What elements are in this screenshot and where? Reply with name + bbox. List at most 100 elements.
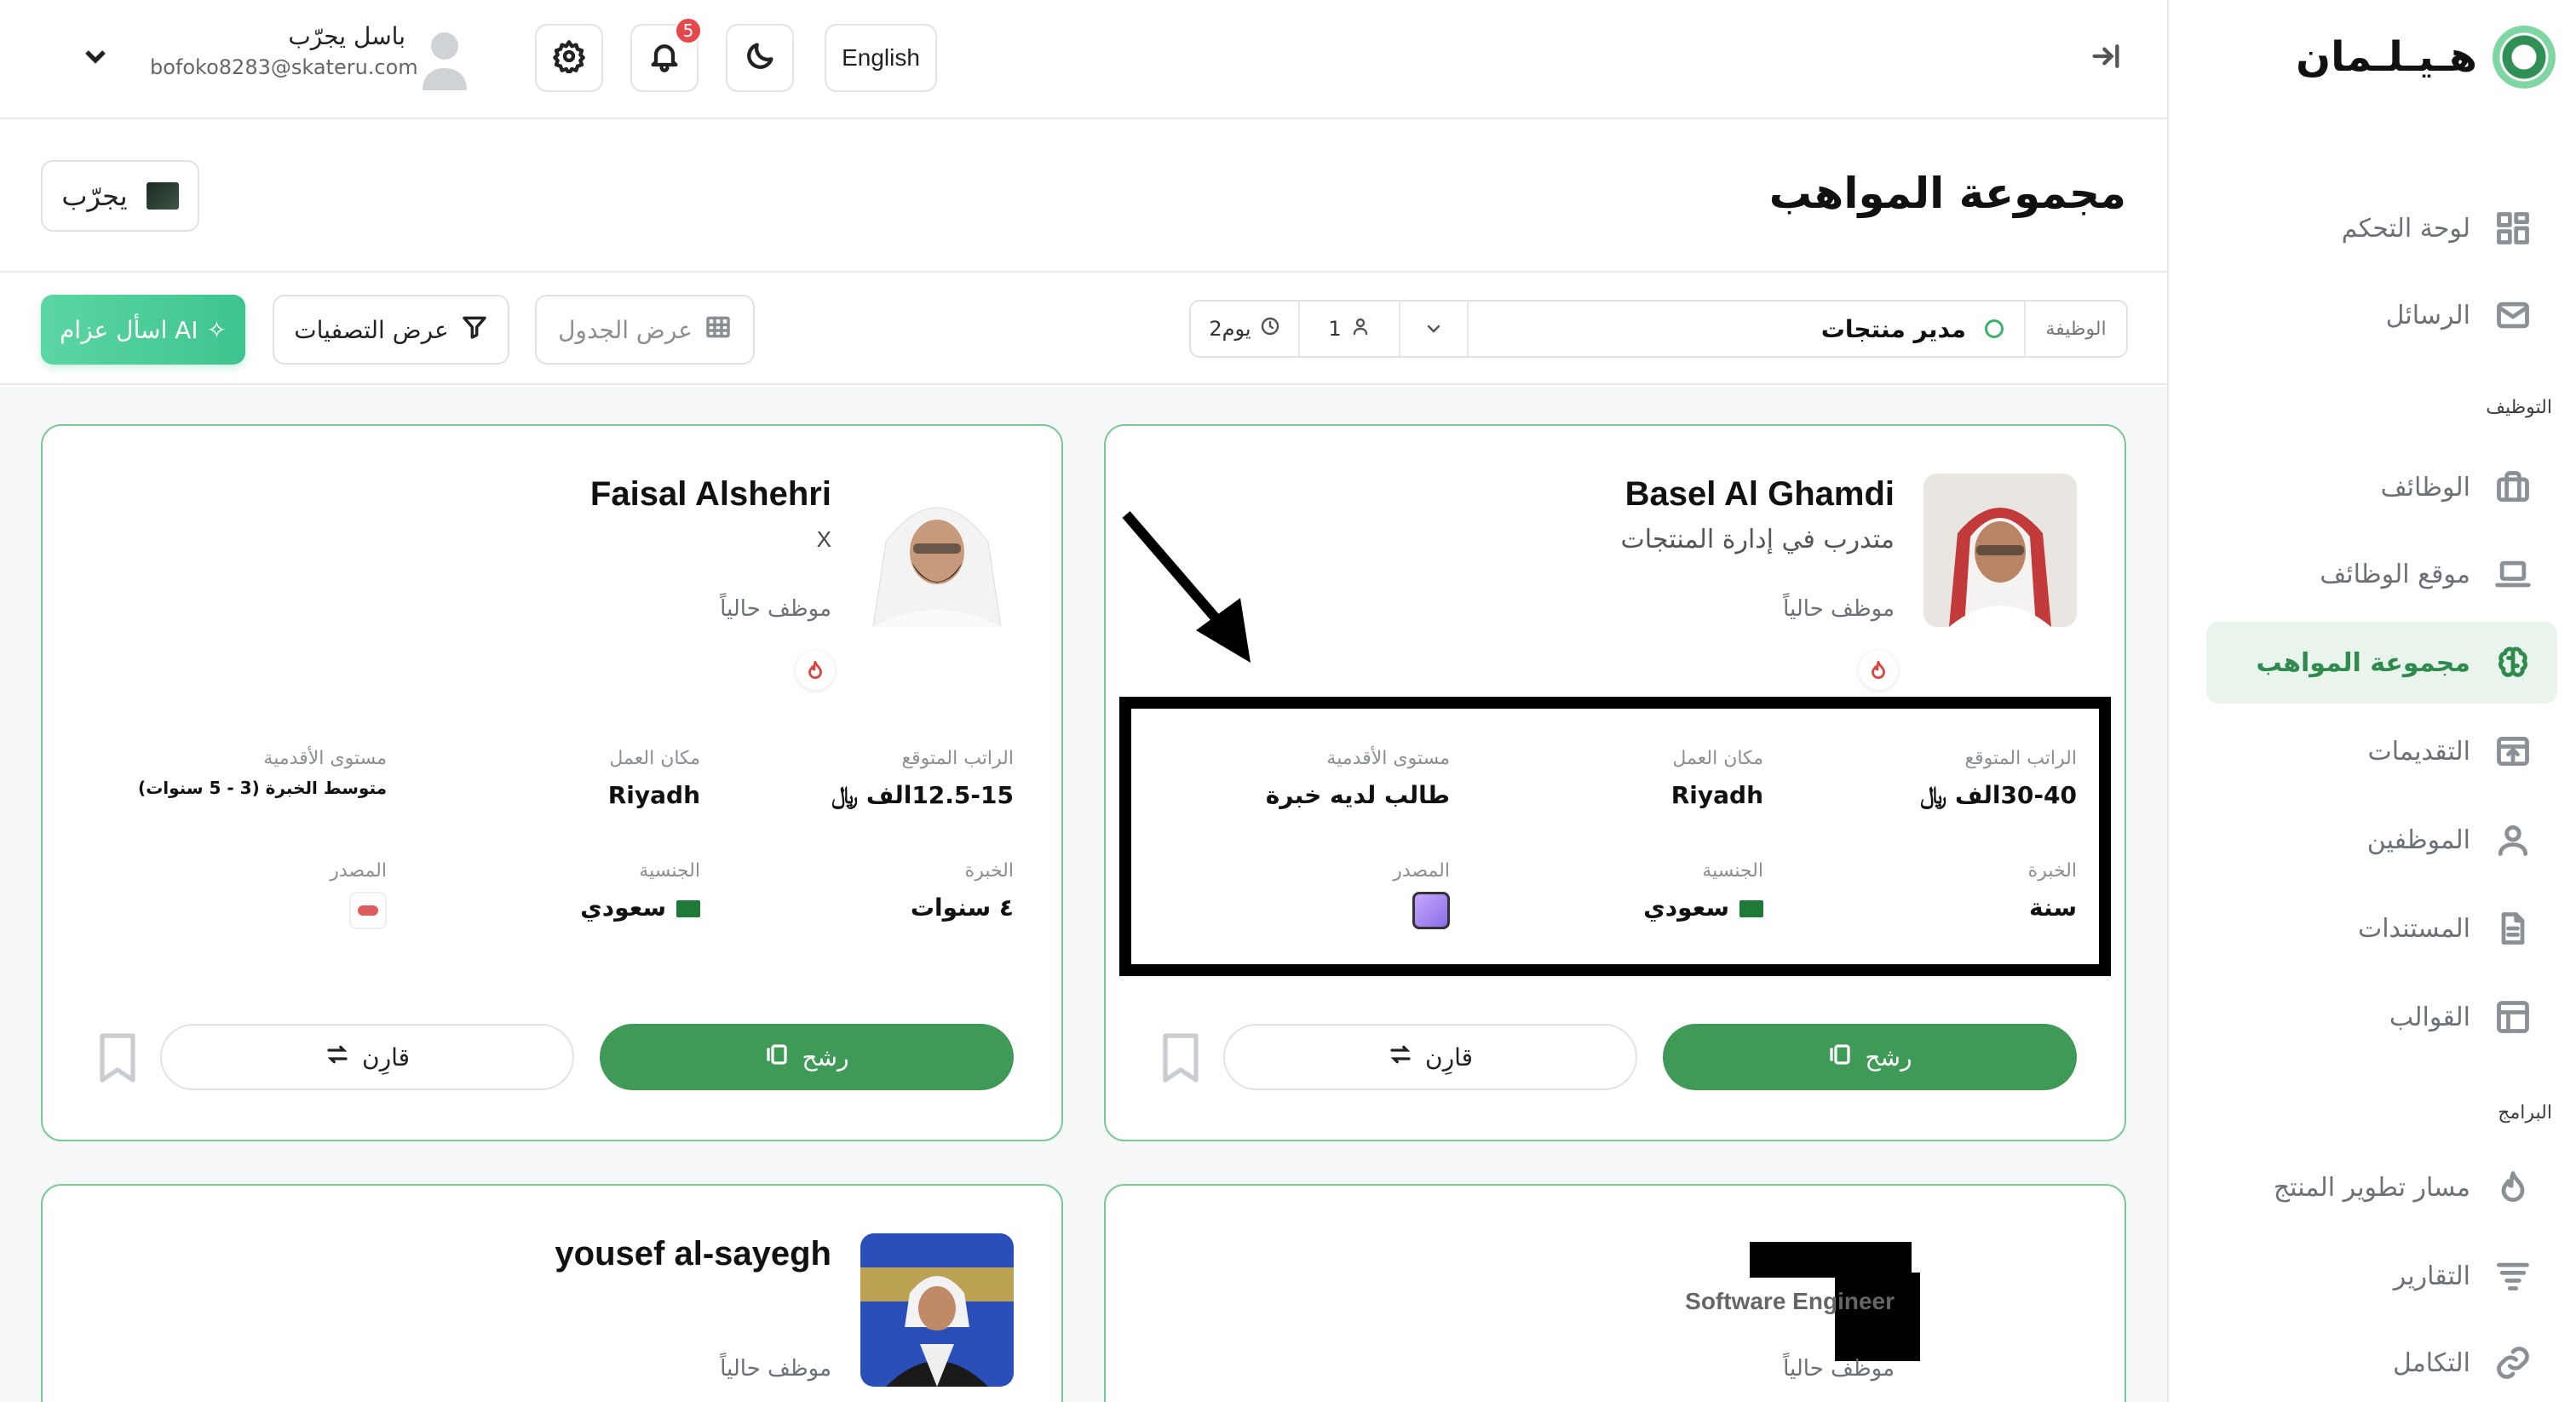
redacted-name — [1750, 1242, 1912, 1278]
candidate-card[interactable]: Software Engineer موظف حالياً — [1104, 1184, 2126, 1402]
swap-arrows-icon — [325, 1042, 350, 1073]
candidate-name[interactable]: yousef al-sayegh — [555, 1235, 831, 1273]
page-title: مجموعة المواهب — [1768, 169, 2126, 218]
chevron-down-icon[interactable] — [1400, 302, 1469, 356]
source-field: المصدر — [330, 860, 387, 933]
ask-ai-button[interactable]: اسأل عزام AI ✧ — [41, 295, 245, 365]
document-icon — [2493, 908, 2533, 949]
sidebar-item-label: مجموعة المواهب — [2256, 647, 2470, 678]
sidebar-item-reports[interactable]: التقارير — [2206, 1235, 2557, 1317]
candidate-name[interactable]: Basel Al Ghamdi — [1625, 475, 1895, 514]
nominate-button[interactable]: رشح — [600, 1024, 1014, 1090]
candidate-status: موظف حالياً — [1783, 596, 1895, 622]
candidate-grid: Basel Al Ghamdi متدرب في إدارة المنتجات … — [0, 387, 2167, 1402]
salary-label: الراتب المتوقع — [901, 748, 1014, 769]
settings-button[interactable] — [535, 24, 603, 92]
nav-section-programs: البرامج — [2498, 1102, 2552, 1123]
table-view-label: عرض الجدول — [558, 315, 693, 344]
briefcase-icon — [2493, 467, 2533, 508]
user-icon — [2493, 819, 2533, 860]
nav-section-hiring: التوظيف — [2486, 397, 2552, 418]
nominate-icon — [1827, 1042, 1853, 1073]
nominate-button[interactable]: رشح — [1663, 1024, 2077, 1090]
filter-bar: اسأل عزام AI ✧ عرض التصفيات عرض الجدول 2… — [0, 274, 2167, 385]
location-field: مكان العمل Riyadh — [608, 748, 700, 809]
location-label: مكان العمل — [609, 748, 700, 769]
bookmark-icon[interactable] — [1162, 1032, 1199, 1083]
top-bar: باسل يجرّب bofoko8283@skateru.com 5 Engl… — [0, 0, 2167, 119]
compare-button[interactable]: قارِن — [160, 1024, 574, 1090]
compare-button[interactable]: قارِن — [1223, 1024, 1637, 1090]
sidebar-item-documents[interactable]: المستندات — [2206, 888, 2557, 969]
avatar[interactable] — [419, 29, 470, 94]
language-button[interactable]: English — [825, 24, 937, 92]
sidebar-item-label: القوالب — [2389, 1002, 2470, 1032]
flame-icon — [1859, 651, 1898, 690]
bookmark-icon[interactable] — [99, 1032, 136, 1083]
report-icon — [2493, 1255, 2533, 1296]
sidebar-item-jobs[interactable]: الوظائف — [2206, 446, 2557, 528]
person-icon — [1350, 316, 1371, 342]
candidate-card[interactable]: Basel Al Ghamdi متدرب في إدارة المنتجات … — [1104, 424, 2126, 1141]
sidebar-item-integration[interactable]: التكامل — [2206, 1322, 2557, 1402]
chevron-down-icon[interactable] — [78, 39, 116, 77]
sidebar-item-dashboard[interactable]: لوحة التحكم — [2206, 187, 2557, 269]
nominate-label: رشح — [1865, 1043, 1912, 1072]
experience-value: ٤ سنوات — [910, 893, 1014, 922]
user-menu[interactable]: باسل يجرّب bofoko8283@skateru.com — [150, 22, 418, 79]
dashboard-icon — [2493, 208, 2533, 249]
redacted-photo — [1835, 1273, 1920, 1361]
sidebar-item-product-track[interactable]: مسار تطوير المنتج — [2206, 1146, 2557, 1228]
brand-logo[interactable]: هـيـلـمان — [2167, 19, 2576, 95]
link-icon — [2493, 1342, 2533, 1383]
notifications-button[interactable]: 5 — [630, 17, 702, 92]
candidate-photo — [860, 474, 1014, 627]
app-root: هـيـلـمان لوحة التحكم الرسائل التوظيف ال… — [0, 0, 2576, 1402]
sidebar-item-messages[interactable]: الرسائل — [2206, 274, 2557, 356]
sidebar-item-label: لوحة التحكم — [2341, 213, 2470, 244]
sidebar-item-label: موقع الوظائف — [2320, 559, 2470, 589]
annotation-arrow-icon — [1122, 511, 1251, 663]
user-name: باسل يجرّب — [288, 22, 405, 50]
page-header: مجموعة المواهب يجرّب — [0, 121, 2167, 273]
candidate-card[interactable]: Faisal Alshehri X موظف حالياً الراتب الم… — [41, 424, 1063, 1141]
sidebar-item-jobs-site[interactable]: موقع الوظائف — [2206, 533, 2557, 615]
nationality-value: سعودي — [580, 893, 700, 922]
flame-icon — [796, 651, 835, 690]
sidebar-item-templates[interactable]: القوالب — [2206, 976, 2557, 1058]
source-label: المصدر — [330, 860, 387, 882]
saudi-flag-icon — [676, 900, 700, 917]
location-value: Riyadh — [607, 781, 700, 809]
laptop-icon — [2493, 554, 2533, 595]
seniority-label: مستوى الأقدمية — [263, 748, 387, 769]
table-icon — [704, 313, 732, 347]
notification-badge: 5 — [675, 17, 702, 44]
job-selector[interactable]: 2يوم 1 مدير منتجات الوظيفة — [1189, 300, 2128, 358]
job-title: مدير منتجات — [1469, 302, 2026, 356]
collapse-sidebar-icon[interactable] — [2089, 39, 2126, 77]
table-view-button[interactable]: عرض الجدول — [535, 295, 755, 365]
sidebar-item-employees[interactable]: الموظفين — [2206, 799, 2557, 881]
salary-value: 12.5-15الف ﷼ — [831, 781, 1014, 810]
company-switcher[interactable]: يجرّب — [41, 160, 199, 232]
sidebar-item-applications[interactable]: التقديمات — [2206, 710, 2557, 792]
candidate-card[interactable]: yousef al-sayegh موظف حالياً — [41, 1184, 1063, 1402]
experience-field: الخبرة ٤ سنوات — [911, 860, 1014, 922]
sidebar-item-label: الرسائل — [2385, 300, 2470, 330]
experience-label: الخبرة — [964, 860, 1014, 882]
applicant-count-value: 1 — [1328, 317, 1342, 341]
sidebar-item-label: التقارير — [2393, 1261, 2470, 1291]
brand-name: هـيـلـمان — [2296, 33, 2477, 81]
candidate-name[interactable]: Faisal Alshehri — [590, 475, 831, 514]
annotation-highlight-box — [1119, 697, 2111, 976]
seniority-field: مستوى الأقدمية متوسط الخبرة (3 - 5 سنوات… — [138, 748, 387, 798]
sidebar-item-label: المستندات — [2357, 913, 2470, 944]
dark-mode-toggle[interactable] — [726, 24, 794, 92]
swap-arrows-icon — [1388, 1042, 1413, 1073]
show-filters-button[interactable]: عرض التصفيات — [273, 295, 509, 365]
clock-icon — [1260, 316, 1280, 342]
bell-icon — [647, 39, 681, 77]
sidebar-item-talent-pool[interactable]: مجموعة المواهب — [2206, 622, 2557, 704]
job-label: الوظيفة — [2045, 318, 2107, 340]
sidebar-item-label: الوظائف — [2380, 472, 2470, 503]
